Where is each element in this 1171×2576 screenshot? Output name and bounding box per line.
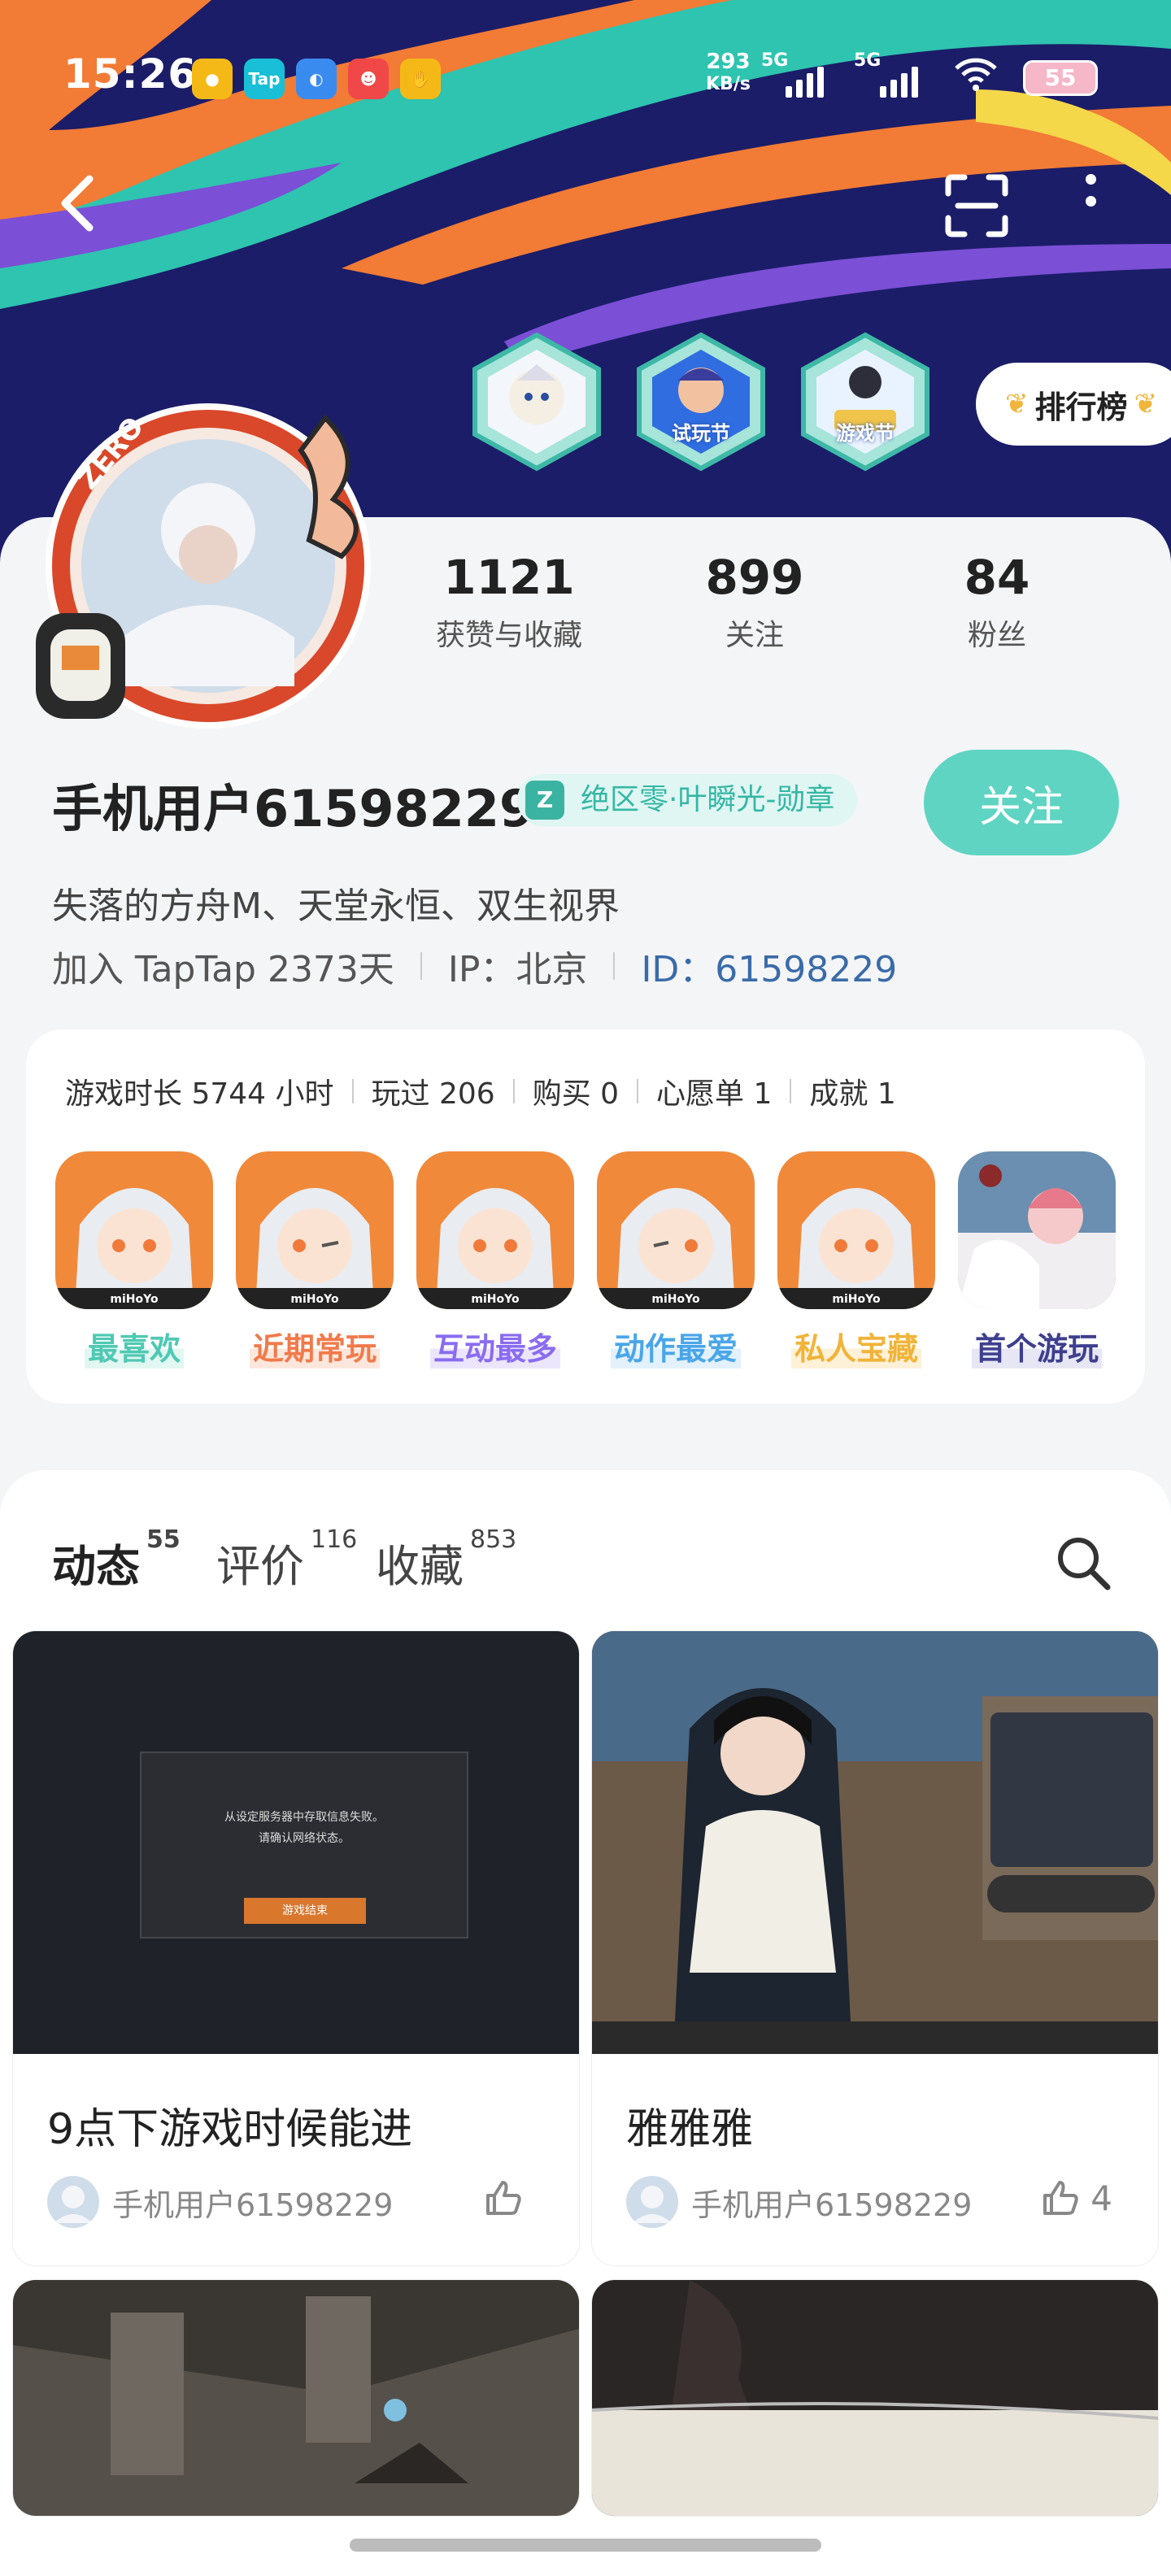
divider — [613, 952, 616, 980]
search-icon[interactable] — [1054, 1534, 1114, 1594]
game-icon-item[interactable]: miHoYo 近期常玩 — [236, 1151, 394, 1368]
ip-location: IP：北京 — [447, 949, 588, 990]
game-cover: miHoYo — [416, 1151, 574, 1309]
badge-item[interactable] — [470, 332, 603, 472]
divider — [351, 1079, 354, 1103]
stat-followers[interactable]: 84 粉丝 — [891, 550, 1103, 654]
badge-list: 试玩节 游戏节 — [470, 332, 932, 472]
more-icon[interactable] — [1078, 174, 1103, 239]
tab-reviews[interactable]: 评价 116 — [216, 1525, 357, 1595]
back-icon[interactable] — [54, 171, 99, 236]
game-icon-item[interactable]: miHoYo 互动最多 — [416, 1151, 574, 1368]
follow-button[interactable]: 关注 — [924, 750, 1119, 855]
post-card[interactable]: 从设定服务器中存取信息失败。 请确认网络状态。 游戏结束 9点下游戏时候能进 手… — [13, 1631, 579, 2265]
post-image: 从设定服务器中存取信息失败。 请确认网络状态。 游戏结束 — [13, 1631, 579, 2054]
post-image — [13, 2280, 579, 2516]
thumbs-up-icon — [486, 2181, 521, 2215]
stat-likes[interactable]: 1121 获赞与收藏 — [403, 550, 615, 654]
post-title: 雅雅雅 — [626, 2105, 754, 2154]
signal-icon — [786, 67, 824, 98]
divider — [420, 952, 422, 980]
thumbs-up-icon — [1043, 2181, 1078, 2215]
error-dialog: 从设定服务器中存取信息失败。 请确认网络状态。 游戏结束 — [140, 1751, 468, 1939]
playtime-stat[interactable]: 游戏时长 5744 小时 — [65, 1070, 334, 1112]
home-indicator[interactable] — [350, 2539, 821, 2552]
svg-text:miHoYo: miHoYo — [290, 1293, 339, 1306]
join-days: 加入 TapTap 2373天 — [52, 949, 394, 990]
wifi-icon — [953, 57, 999, 102]
network-speed: 293 KB/s — [706, 50, 751, 94]
svg-text:miHoYo: miHoYo — [832, 1293, 881, 1306]
badge-item[interactable]: 游戏节 — [799, 332, 932, 472]
post-title: 9点下游戏时候能进 — [47, 2105, 413, 2154]
status-bar: 15:26 ● Tap ◐ ☻ ✋ 293 KB/s 5G 5G 55 — [0, 0, 1171, 154]
game-icon-item[interactable]: 首个游玩 — [958, 1151, 1116, 1368]
played-stat[interactable]: 玩过 206 — [372, 1070, 495, 1112]
game-stats: 游戏时长 5744 小时 玩过 206 购买 0 心愿单 1 成就 1 — [65, 1070, 896, 1112]
post-author[interactable]: 手机用户61598229 — [47, 2176, 393, 2228]
achievement-stat[interactable]: 成就 1 — [809, 1070, 895, 1112]
game-icon-item[interactable]: miHoYo 私人宝藏 — [777, 1151, 935, 1368]
profile-meta: 加入 TapTap 2373天 IP：北京 ID：61598229 — [52, 940, 897, 992]
game-icon-item[interactable]: miHoYo 动作最爱 — [597, 1151, 755, 1368]
post-card[interactable]: 雅雅雅 手机用户61598229 4 — [592, 1631, 1158, 2265]
signal-icon — [880, 67, 918, 98]
game-cover — [958, 1151, 1116, 1309]
divider — [790, 1079, 792, 1103]
tab-favorites[interactable]: 收藏 853 — [376, 1525, 516, 1595]
post-card[interactable] — [13, 2280, 579, 2516]
stat-following[interactable]: 899 关注 — [649, 550, 860, 654]
like-button[interactable] — [483, 2178, 533, 2218]
laurel-icon: ❦ — [1005, 388, 1029, 420]
feed-tabs: 动态 55 评价 116 收藏 853 — [52, 1525, 516, 1603]
game-cover: miHoYo — [777, 1151, 935, 1309]
game-cover: miHoYo — [55, 1151, 213, 1309]
user-id[interactable]: ID：61598229 — [641, 940, 897, 992]
app-notification-icon: ☻ — [348, 59, 389, 99]
leaderboard-button[interactable]: ❦ 排行榜 ❦ — [976, 363, 1171, 446]
tab-moments[interactable]: 动态 55 — [52, 1525, 181, 1603]
games-card: 游戏时长 5744 小时 玩过 206 购买 0 心愿单 1 成就 1 miHo… — [26, 1029, 1145, 1403]
svg-text:miHoYo: miHoYo — [110, 1293, 159, 1306]
author-avatar — [626, 2176, 678, 2228]
app-notification-icon: ✋ — [400, 59, 441, 99]
username: 手机用户61598229 — [52, 779, 535, 838]
laurel-icon: ❦ — [1134, 388, 1158, 420]
notification-icons: ● Tap ◐ ☻ ✋ — [192, 59, 441, 99]
badge-item[interactable]: 试玩节 — [634, 332, 768, 472]
app-notification-icon: ◐ — [296, 59, 337, 99]
divider — [637, 1079, 639, 1103]
like-button[interactable]: 4 — [1040, 2178, 1112, 2218]
sim2-label: 5G — [854, 50, 882, 71]
divider — [512, 1079, 515, 1103]
medal-badge[interactable]: Z 绝区零·叶瞬光-勋章 — [517, 774, 858, 826]
status-time: 15:26 — [63, 50, 198, 98]
bought-stat[interactable]: 购买 0 — [533, 1070, 619, 1112]
game-cover: miHoYo — [236, 1151, 394, 1309]
wishlist-stat[interactable]: 心愿单 1 — [656, 1070, 772, 1112]
svg-text:miHoYo: miHoYo — [471, 1293, 520, 1306]
bio-games: 失落的方舟M、天堂永恒、双生视界 — [52, 886, 620, 927]
scan-icon[interactable] — [943, 172, 1010, 239]
taptap-notification-icon: Tap — [244, 59, 285, 99]
author-avatar — [47, 2176, 99, 2228]
post-card[interactable] — [592, 2280, 1158, 2516]
medal-icon: Z — [525, 781, 564, 820]
battery-icon: 55 — [1023, 60, 1098, 96]
post-image — [592, 1631, 1158, 2054]
app-notification-icon: ● — [192, 59, 233, 99]
post-image — [592, 2280, 1158, 2516]
sim1-label: 5G — [761, 50, 789, 71]
post-author[interactable]: 手机用户61598229 — [626, 2176, 972, 2228]
game-icon-list: miHoYo 最喜欢 miHoYo 近期常玩 miHoYo 互动最多 miHoY… — [55, 1151, 1116, 1368]
game-icon-item[interactable]: miHoYo 最喜欢 — [55, 1151, 213, 1368]
avatar[interactable]: ZERO — [33, 394, 372, 733]
game-cover: miHoYo — [597, 1151, 755, 1309]
svg-text:miHoYo: miHoYo — [651, 1293, 700, 1306]
